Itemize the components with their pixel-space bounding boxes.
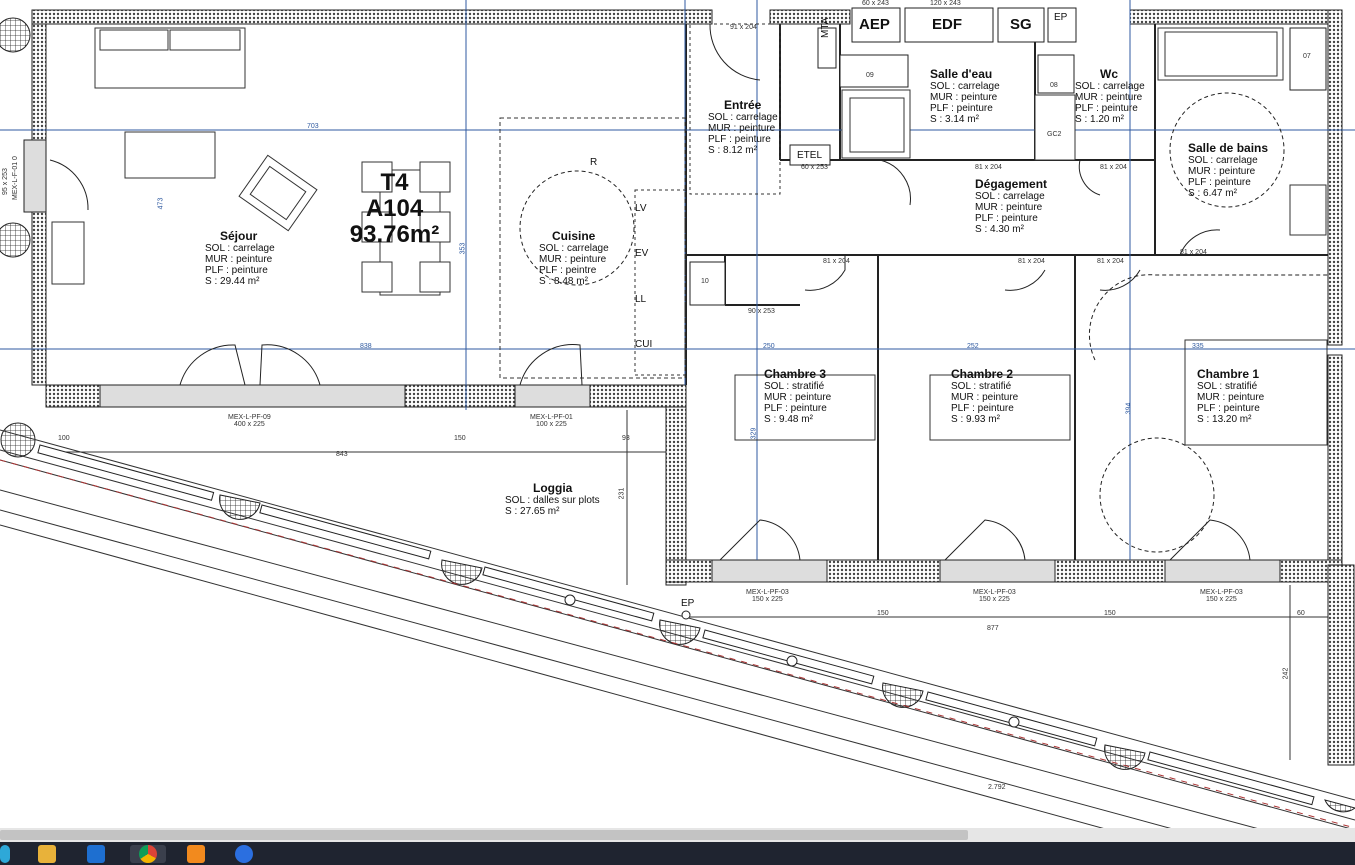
dim-353: 353	[459, 242, 467, 255]
side-window-size: MEX-L-F-01 0	[12, 156, 19, 200]
dim-394: 394	[1125, 402, 1133, 415]
window-ref-2: MEX-L-PF-01 100 x 225	[530, 414, 573, 428]
dim-door-91: 91 x 204	[730, 24, 757, 31]
dim-door-81d: 81 x 204	[1180, 249, 1207, 256]
appliance-ll: LL	[635, 294, 647, 305]
room-sejour: Séjour SOL : carrelage MUR : peinture PLF…	[205, 229, 275, 287]
app-icon-2[interactable]	[235, 845, 253, 863]
dim-150-loggia: 150	[454, 435, 466, 442]
unit-label: T4 A104 93.76m²	[342, 170, 447, 248]
ep-label-facade: EP	[681, 598, 695, 609]
floor-plan	[0, 0, 1355, 828]
cabinet-09: 09	[866, 72, 874, 79]
appliance-lv: LV	[635, 203, 647, 214]
start-icon[interactable]	[0, 845, 10, 863]
unit-type: T4	[380, 169, 409, 196]
appliance-ev: EV	[635, 248, 649, 259]
r-label: R	[590, 157, 598, 168]
dim-door-60: 60 x 253	[801, 164, 828, 171]
scrollbar-thumb[interactable]	[0, 830, 968, 840]
window-ref-1: MEX-L-PF-09 400 x 225	[228, 414, 271, 428]
edf-label: EDF	[932, 16, 962, 33]
dim-door-120-243: 120 x 243	[930, 0, 961, 7]
cabinet-07: 07	[1303, 53, 1311, 60]
room-chambre-1: Chambre 1 SOL : stratifié MUR : peinture …	[1197, 367, 1265, 425]
dim-door-81a: 81 x 204	[823, 258, 850, 265]
cabinet-10: 10	[701, 278, 709, 285]
etel-label: ETEL	[797, 150, 823, 161]
dim-877: 877	[987, 625, 999, 632]
room-degagement: Dégagement SOL : carrelage MUR : peinture…	[975, 177, 1048, 235]
dim-473: 473	[157, 197, 165, 210]
room-cuisine: Cuisine SOL : carrelage MUR : peinture PL…	[539, 229, 609, 287]
outlook-icon[interactable]	[87, 845, 105, 863]
mta-label: MTA	[820, 17, 831, 38]
window-frames	[23, 139, 1281, 583]
window-ref-3: MEX-L-PF-03 150 x 225	[746, 589, 789, 603]
dim-838: 838	[360, 343, 372, 350]
dim-242: 242	[1282, 667, 1290, 680]
gc2-label: GC2	[1047, 131, 1062, 138]
dim-150-bed-a: 150	[877, 610, 889, 617]
dim-231: 231	[618, 487, 626, 500]
dim-252: 252	[967, 343, 979, 350]
room-entree: Entrée SOL : carrelage MUR : peinture PLF…	[708, 98, 778, 156]
dim-100-loggia: 100	[58, 435, 70, 442]
dim-60-bed: 60	[1297, 610, 1305, 617]
dim-93: 93	[622, 435, 630, 442]
dim-150-bed-b: 150	[1104, 610, 1116, 617]
dim-329: 329	[750, 427, 758, 440]
sg-label: SG	[1010, 16, 1032, 33]
dim-2792: 2.792	[988, 784, 1006, 791]
appliance-cui: CUI	[635, 339, 653, 350]
window-ref-4: MEX-L-PF-03 150 x 225	[973, 589, 1016, 603]
dim-door-81c: 81 x 204	[1097, 258, 1124, 265]
cabinet-08: 08	[1050, 82, 1058, 89]
room-salle-de-bains: Salle de bains SOL : carrelage MUR : pein…	[1188, 141, 1269, 199]
dim-door-60-243: 60 x 243	[862, 0, 889, 7]
partitions	[685, 24, 1328, 560]
chrome-icon[interactable]	[139, 845, 157, 863]
room-loggia: Loggia SOL : dalles sur plots S : 27.65 m…	[505, 481, 600, 517]
unit-area: 93.76m²	[349, 221, 440, 248]
window-ref-5: MEX-L-PF-03 150 x 225	[1200, 589, 1243, 603]
dim-703: 703	[307, 123, 319, 130]
room-wc: Wc SOL : carrelage MUR : peinture PLF : p…	[1075, 67, 1145, 125]
unit-ref: A104	[365, 195, 424, 222]
dim-335: 335	[1192, 343, 1204, 350]
room-salle-deau: Salle d'eau SOL : carrelage MUR : peintur…	[930, 67, 1000, 125]
aep-label: AEP	[859, 16, 890, 33]
dim-door-90: 90 x 253	[748, 308, 775, 315]
dim-843: 843	[336, 451, 348, 458]
dim-door-81b: 81 x 204	[1018, 258, 1045, 265]
dim-door-81e: 81 x 204	[975, 164, 1002, 171]
side-window-ref: 95 x 253	[2, 168, 9, 195]
file-explorer-icon[interactable]	[38, 845, 56, 863]
room-chambre-2: Chambre 2 SOL : stratifié MUR : peinture …	[951, 367, 1019, 425]
ep-label-top: EP	[1054, 12, 1068, 23]
dim-door-81f: 81 x 204	[1100, 164, 1127, 171]
app-icon[interactable]	[187, 845, 205, 863]
dim-250: 250	[763, 343, 775, 350]
room-chambre-3: Chambre 3 SOL : stratifié MUR : peinture …	[764, 367, 832, 425]
